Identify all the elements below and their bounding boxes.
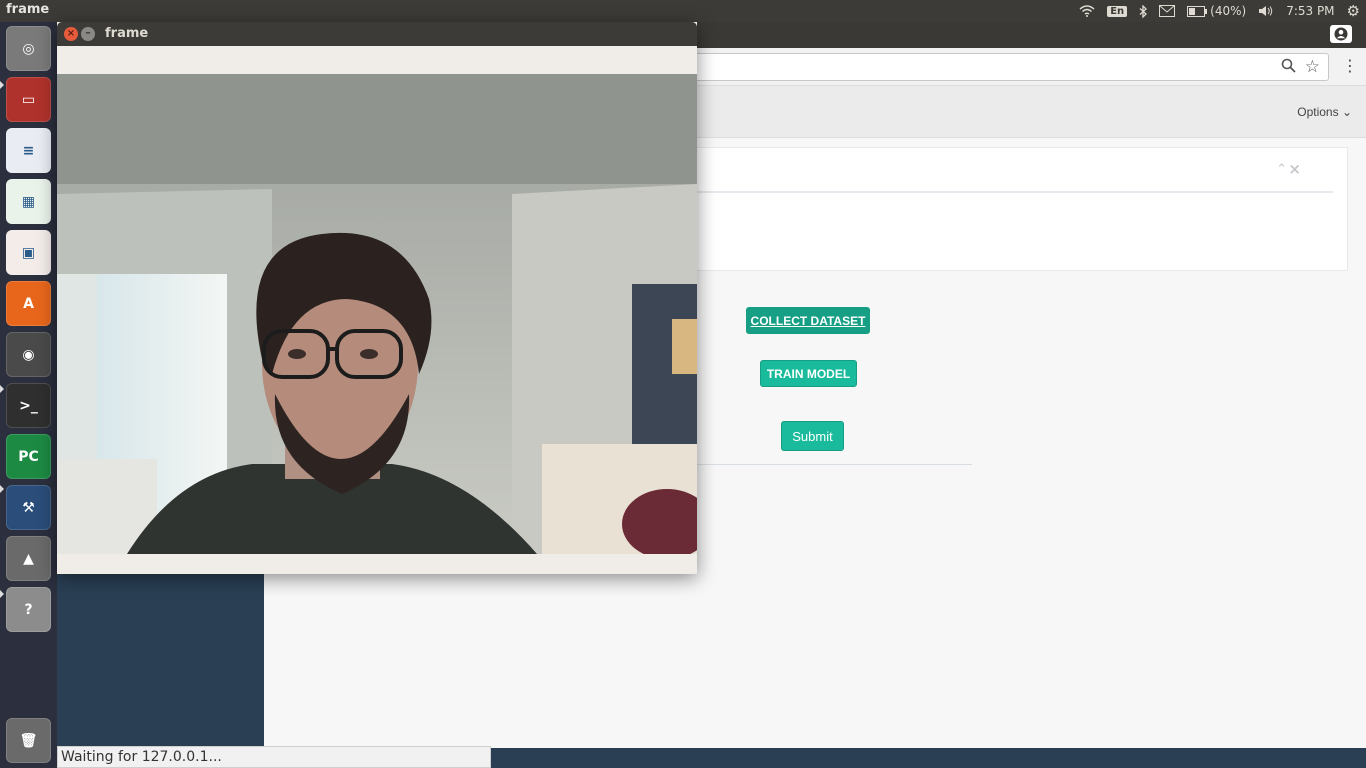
window-minimize-icon[interactable]: –: [81, 27, 95, 41]
submit-button[interactable]: Submit: [781, 421, 844, 451]
collapse-icon[interactable]: ⌃: [1276, 162, 1287, 177]
chevron-down-icon: ⌄: [1341, 105, 1352, 119]
mysql-workbench-launcher-icon[interactable]: ⚒: [6, 485, 51, 530]
mail-icon[interactable]: [1159, 5, 1176, 17]
battery-indicator[interactable]: (40%): [1187, 4, 1246, 18]
vlc-launcher-icon[interactable]: ▲: [6, 536, 51, 581]
battery-icon: [1187, 5, 1208, 17]
system-tray: En (40%) 7:53 PM ⚙: [1079, 0, 1360, 22]
top-panel: frame En (40%) 7:53 PM ⚙: [0, 0, 1366, 22]
volume-icon[interactable]: [1258, 5, 1274, 17]
impress-launcher-icon[interactable]: ▣: [6, 230, 51, 275]
software-center-launcher-icon[interactable]: A: [6, 281, 51, 326]
options-label: Options: [1297, 105, 1339, 119]
frame-window-title: frame: [105, 26, 149, 41]
ubuntu-dash-launcher-icon[interactable]: ◎: [6, 26, 51, 71]
browser-menu-icon[interactable]: ⋮: [1342, 58, 1358, 74]
profile-icon: [1334, 27, 1348, 41]
train-model-button[interactable]: TRAIN MODEL: [760, 360, 857, 387]
pycharm-launcher-icon[interactable]: PC: [6, 434, 51, 479]
profile-button[interactable]: [1330, 25, 1352, 43]
calc-launcher-icon[interactable]: ▦: [6, 179, 51, 224]
files-launcher-icon[interactable]: ▭: [6, 77, 51, 122]
frame-window[interactable]: × – frame: [57, 22, 697, 574]
clock[interactable]: 7:53 PM: [1286, 4, 1334, 18]
active-window-title: frame: [6, 2, 50, 17]
chrome-launcher-icon[interactable]: ◉: [6, 332, 51, 377]
unknown-app-launcher-icon[interactable]: ?: [6, 587, 51, 632]
bookmark-star-icon[interactable]: ☆: [1305, 57, 1320, 77]
writer-launcher-icon[interactable]: ≡: [6, 128, 51, 173]
wifi-icon[interactable]: [1079, 5, 1095, 17]
webcam-feed-image: [57, 74, 697, 554]
collect-dataset-button[interactable]: COLLECT DATASET: [746, 307, 870, 334]
gear-icon[interactable]: ⚙: [1347, 2, 1360, 20]
running-indicator: [0, 485, 4, 493]
options-dropdown[interactable]: Options ⌄: [1297, 105, 1352, 119]
launcher: ◎ ▭ ≡ ▦ ▣ A ◉ >_ PC ⚒ ▲? 🗑: [0, 22, 57, 768]
running-indicator: [0, 81, 4, 89]
window-close-icon[interactable]: ×: [64, 27, 78, 41]
trash-launcher-icon[interactable]: 🗑: [6, 718, 51, 763]
close-icon[interactable]: ×: [1288, 160, 1301, 178]
browser-status-bubble: Waiting for 127.0.0.1...: [57, 746, 491, 768]
bluetooth-icon[interactable]: [1139, 4, 1148, 18]
frame-titlebar[interactable]: × – frame: [57, 22, 697, 46]
search-icon[interactable]: [1281, 58, 1296, 77]
battery-percent: (40%): [1210, 4, 1247, 18]
keyboard-layout-indicator[interactable]: En: [1107, 5, 1128, 17]
running-indicator: [0, 590, 4, 598]
terminal-launcher-icon[interactable]: >_: [6, 383, 51, 428]
running-indicator: [0, 385, 4, 393]
